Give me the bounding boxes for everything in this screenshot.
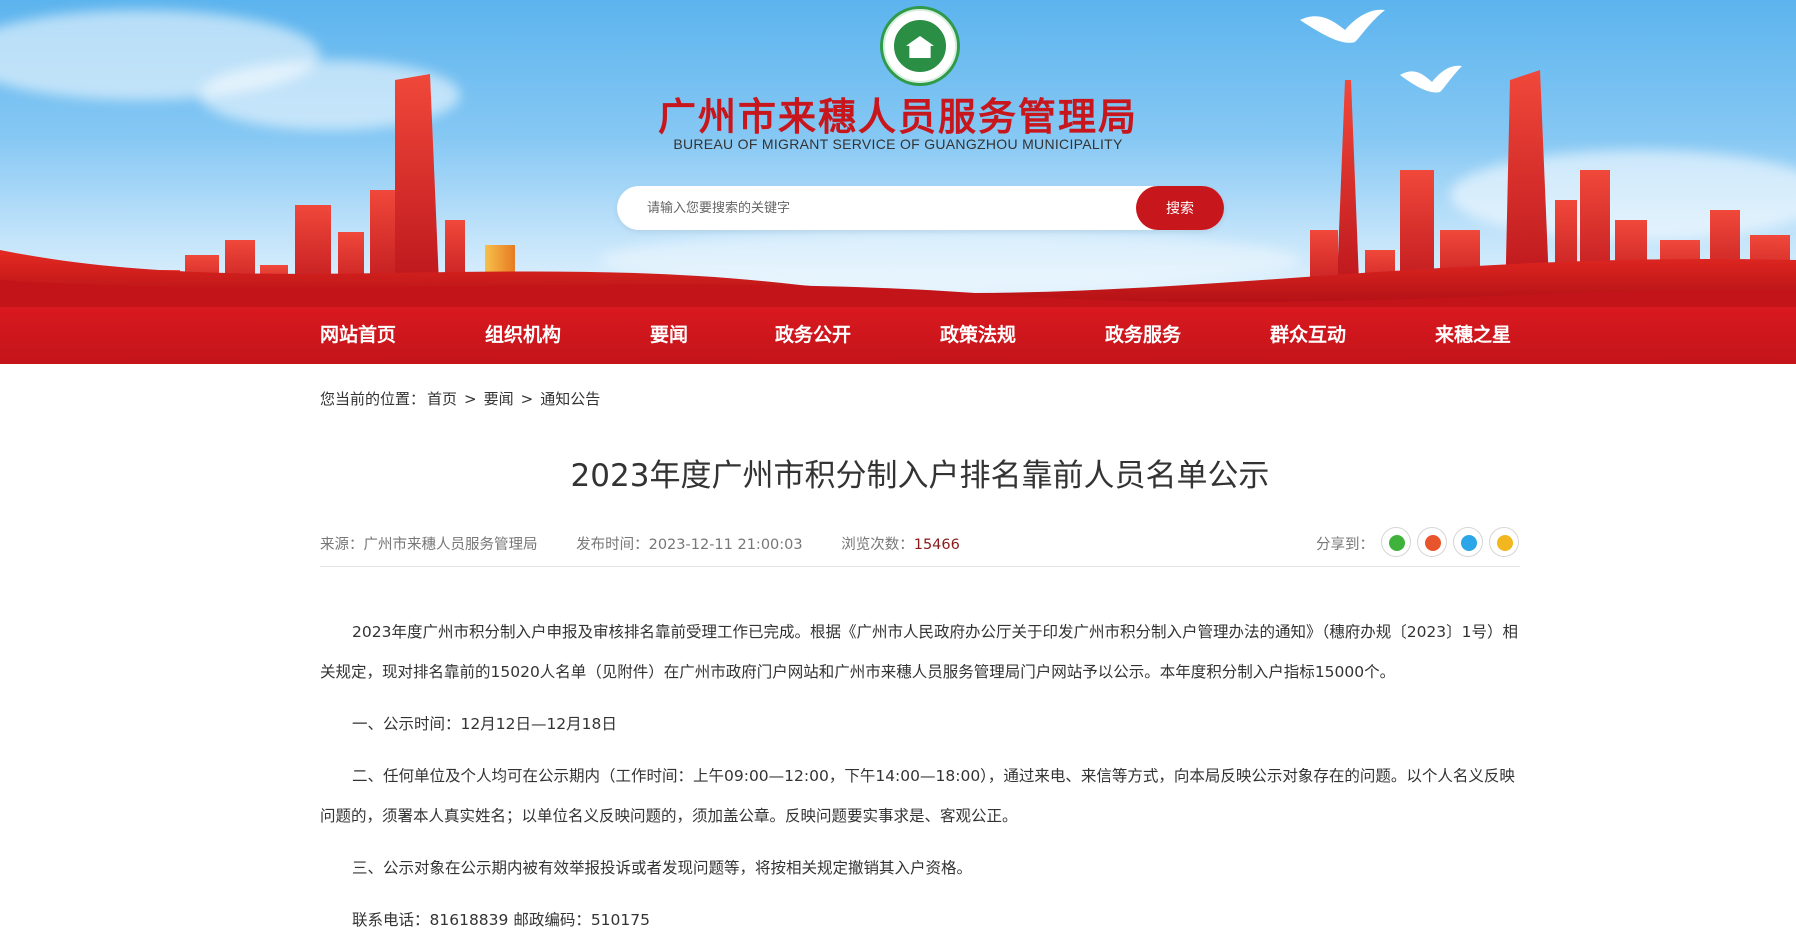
qzone-icon[interactable]: [1489, 527, 1519, 557]
breadcrumb-notices[interactable]: 通知公告: [540, 390, 600, 408]
nav-item-policies[interactable]: 政策法规: [940, 307, 1016, 364]
views-count: 15466: [913, 537, 960, 553]
article-paragraph: 一、公示时间：12月12日—12月18日: [352, 715, 617, 733]
breadcrumb: 您当前的位置： 首页 > 要闻 > 通知公告: [320, 388, 600, 409]
article-body: 2023年度广州市积分制入户申报及审核排名靠前受理工作已完成。根据《广州市人民政…: [320, 612, 1520, 952]
meta-views: 浏览次数：15466: [841, 533, 960, 554]
search-button[interactable]: 搜索: [1136, 186, 1224, 230]
breadcrumb-separator: >: [520, 390, 534, 408]
search-input[interactable]: [647, 186, 1097, 230]
breadcrumb-separator: >: [464, 390, 477, 408]
search-bar: 搜索: [617, 186, 1224, 230]
nav-item-organization[interactable]: 组织机构: [485, 307, 561, 364]
wechat-icon[interactable]: [1381, 527, 1411, 557]
breadcrumb-prefix: 您当前的位置：: [320, 390, 426, 408]
meta-source: 来源：广州市来穗人员服务管理局: [320, 533, 538, 554]
article-paragraph: 2023年度广州市积分制入户申报及审核排名靠前受理工作已完成。根据《广州市人民政…: [320, 623, 1519, 681]
publish-value: 2023-12-11 21:00:03: [648, 537, 803, 553]
weibo-icon[interactable]: [1417, 527, 1447, 557]
header-banner: 广州市来穗人员服务管理局 BUREAU OF MIGRANT SERVICE O…: [0, 0, 1796, 307]
nav-item-home[interactable]: 网站首页: [320, 307, 396, 364]
source-value: 广州市来穗人员服务管理局: [363, 537, 538, 553]
meta-divider: [320, 566, 1520, 567]
site-title: 广州市来穗人员服务管理局: [657, 95, 1138, 139]
share-label: 分享到：: [1316, 537, 1374, 553]
article-meta: 来源：广州市来穗人员服务管理局 发布时间：2023-12-11 21:00:03…: [320, 533, 994, 554]
nav-item-interaction[interactable]: 群众互动: [1270, 307, 1346, 364]
breadcrumb-home[interactable]: 首页: [427, 390, 457, 408]
nav-item-gov-services[interactable]: 政务服务: [1105, 307, 1181, 364]
bureau-logo: [880, 6, 960, 86]
meta-publish-time: 发布时间：2023-12-11 21:00:03: [576, 533, 803, 554]
nav-item-gov-affairs[interactable]: 政务公开: [775, 307, 851, 364]
article-paragraph: 三、公示对象在公示期内被有效举报投诉或者发现问题等，将按相关规定撤销其入户资格。: [352, 859, 973, 877]
source-label: 来源：: [320, 537, 364, 553]
article-paragraph: 二、任何单位及个人均可在公示期内（工作时间：上午09:00—12:00，下午14…: [320, 767, 1515, 825]
publish-label: 发布时间：: [576, 537, 649, 553]
breadcrumb-news[interactable]: 要闻: [484, 390, 514, 408]
article-title: 2023年度广州市积分制入户排名靠前人员名单公示: [570, 458, 1270, 494]
nav-item-stars[interactable]: 来穗之星: [1435, 307, 1511, 364]
views-label: 浏览次数：: [841, 537, 914, 553]
main-nav: 网站首页 组织机构 要闻 政务公开 政策法规 政务服务 群众互动 来穗之星: [0, 307, 1796, 364]
site-subtitle: BUREAU OF MIGRANT SERVICE OF GUANGZHOU M…: [673, 136, 1123, 152]
article-paragraph: 联系电话：81618839 邮政编码：510175: [352, 911, 650, 929]
qq-icon[interactable]: [1453, 527, 1483, 557]
nav-item-news[interactable]: 要闻: [650, 307, 688, 364]
